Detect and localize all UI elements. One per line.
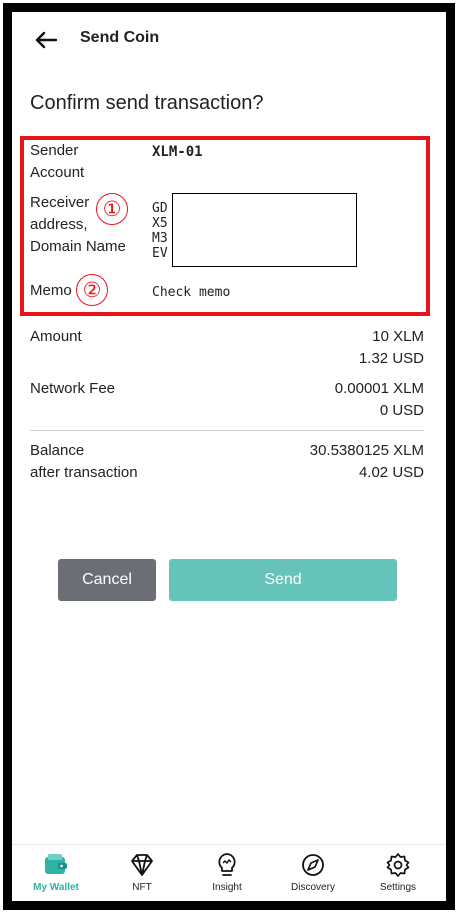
header-title: Send Coin: [80, 29, 160, 46]
sender-account-value: XLM-01: [152, 144, 203, 160]
divider: [30, 430, 424, 431]
compass-icon: [273, 851, 353, 879]
tab-discovery[interactable]: Discovery: [273, 851, 353, 893]
back-arrow-icon[interactable]: [32, 26, 60, 54]
wallet-icon: [16, 851, 96, 879]
marker-2: ②: [76, 274, 108, 306]
tab-settings[interactable]: Settings: [358, 851, 438, 893]
network-fee-value: 0.00001 XLM 0 USD: [334, 380, 424, 419]
memo-label: Memo: [30, 282, 72, 299]
marker-1: ①: [96, 193, 128, 225]
lightbulb-icon: [187, 851, 267, 879]
amount-value: 10 XLM 1.32 USD: [358, 328, 424, 367]
cancel-button[interactable]: Cancel: [58, 559, 156, 601]
receiver-address-value: GD X5 M3 EV: [152, 201, 168, 261]
send-button[interactable]: Send: [169, 559, 397, 601]
page-title: Confirm send transaction?: [30, 92, 264, 114]
balance-value: 30.5380125 XLM 4.02 USD: [309, 442, 424, 481]
tab-my-wallet[interactable]: My Wallet: [16, 851, 96, 893]
gear-icon: [358, 851, 438, 879]
network-fee-label: Network Fee: [30, 380, 116, 397]
phone-frame: Send Coin Confirm send transaction? Send…: [3, 3, 455, 910]
tab-insight[interactable]: Insight: [187, 851, 267, 893]
bottom-tab-bar: My Wallet NFT Insight Discovery Settings: [12, 844, 446, 901]
memo-value: Check memo: [152, 285, 231, 300]
diamond-icon: [102, 851, 182, 879]
sender-label: Sender Account: [30, 142, 85, 181]
amount-label: Amount: [30, 328, 82, 345]
balance-label: Balance after transaction: [30, 442, 138, 481]
header: Send Coin: [12, 12, 446, 68]
redaction-box: [172, 193, 357, 267]
tab-nft[interactable]: NFT: [102, 851, 182, 893]
